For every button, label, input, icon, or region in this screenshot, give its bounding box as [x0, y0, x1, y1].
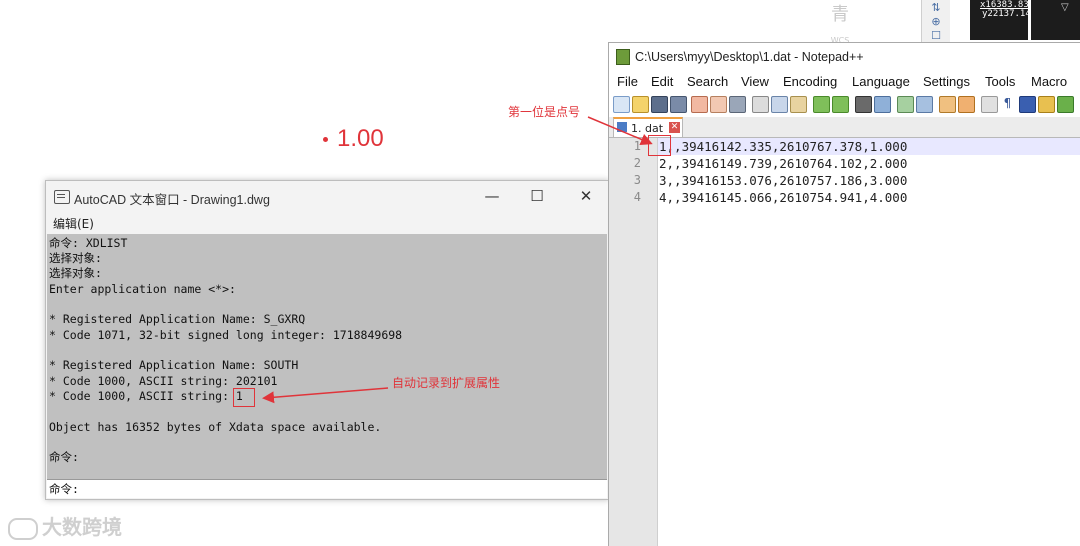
annotation-arrows	[262, 116, 653, 404]
watermark: 大数跨境	[8, 511, 122, 540]
watermark-logo-icon	[8, 517, 38, 540]
arrow-to-point-number	[587, 116, 653, 146]
arrow-to-xdata	[262, 387, 389, 404]
